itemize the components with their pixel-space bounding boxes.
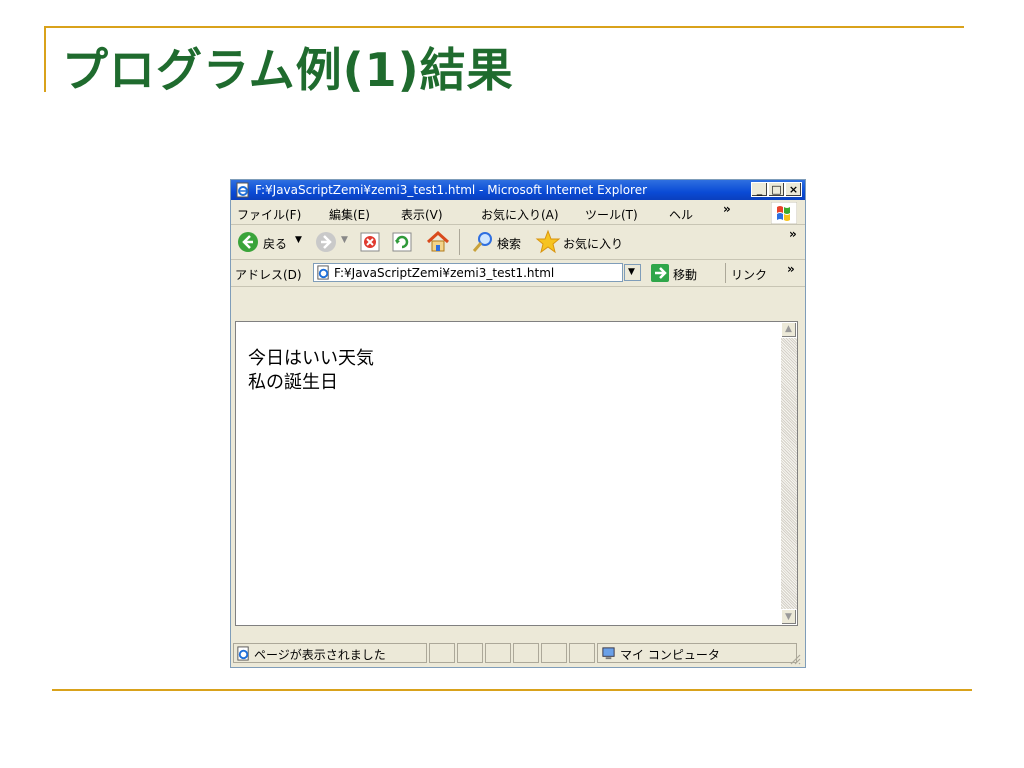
maximize-button[interactable]: □	[768, 182, 785, 197]
address-label: アドレス(D)	[235, 268, 302, 282]
menu-edit[interactable]: 編集(E)	[329, 206, 370, 223]
stop-icon[interactable]	[359, 231, 381, 253]
address-separator	[725, 263, 726, 283]
content-line-2: 私の誕生日	[248, 372, 338, 393]
slide-title: プログラム例(1)結果	[62, 43, 514, 97]
forward-arrow-icon[interactable]	[315, 231, 337, 253]
go-arrow-icon[interactable]	[651, 264, 669, 282]
ie-page-icon	[236, 182, 249, 198]
status-pane	[569, 643, 595, 663]
ie-page-icon	[317, 265, 329, 280]
status-bar: ページが表示されました マイ コンピュータ	[231, 639, 805, 667]
links-overflow-chevron[interactable]: »	[787, 262, 795, 276]
resize-grip-icon[interactable]	[789, 653, 801, 665]
title-rule-left	[44, 26, 46, 92]
menu-overflow-chevron[interactable]: »	[723, 202, 731, 216]
refresh-icon[interactable]	[391, 231, 413, 253]
status-pane	[541, 643, 567, 663]
standard-toolbar: 戻る ▼ ▼ 検索 お気に入り »	[231, 225, 805, 260]
ie-window: F:¥JavaScriptZemi¥zemi3_test1.html - Mic…	[230, 179, 806, 668]
page-content: 今日はいい天気 私の誕生日	[235, 321, 781, 626]
scroll-up-icon: ▲	[785, 324, 792, 334]
status-pane	[485, 643, 511, 663]
status-pane	[429, 643, 455, 663]
forward-dropdown-icon[interactable]: ▼	[341, 235, 348, 245]
window-titlebar[interactable]: F:¥JavaScriptZemi¥zemi3_test1.html - Mic…	[231, 180, 805, 200]
back-arrow-icon[interactable]	[237, 231, 259, 253]
toolbar-overflow-chevron[interactable]: »	[789, 227, 797, 241]
status-pane	[513, 643, 539, 663]
links-label[interactable]: リンク	[731, 266, 767, 283]
favorites-button-label[interactable]: お気に入り	[563, 235, 623, 252]
status-zone-pane: マイ コンピュータ	[597, 643, 797, 663]
address-dropdown-button[interactable]: ▼	[624, 264, 641, 281]
minimize-button[interactable]: _	[751, 182, 768, 197]
status-message-pane: ページが表示されました	[233, 643, 427, 663]
toolbar-separator	[459, 229, 460, 255]
menu-view[interactable]: 表示(V)	[401, 206, 443, 223]
menu-file[interactable]: ファイル(F)	[237, 206, 301, 223]
content-line-1: 今日はいい天気	[248, 348, 374, 369]
menu-favorites[interactable]: お気に入り(A)	[481, 206, 559, 223]
go-button-label[interactable]: 移動	[673, 266, 697, 283]
address-value: F:¥JavaScriptZemi¥zemi3_test1.html	[334, 266, 555, 280]
status-pane	[457, 643, 483, 663]
search-button-label[interactable]: 検索	[497, 235, 521, 252]
my-computer-icon	[602, 647, 615, 660]
window-title: F:¥JavaScriptZemi¥zemi3_test1.html - Mic…	[255, 183, 648, 197]
close-button[interactable]: ×	[785, 182, 802, 197]
scroll-down-button[interactable]: ▼	[781, 609, 797, 625]
windows-flag-icon	[771, 202, 797, 224]
home-icon[interactable]	[425, 229, 451, 255]
bottom-rule	[52, 689, 972, 691]
vertical-scrollbar[interactable]: ▲ ▼	[781, 321, 798, 626]
menu-help[interactable]: ヘル	[669, 206, 693, 223]
scroll-down-icon: ▼	[785, 612, 792, 622]
title-rule-top	[44, 26, 964, 28]
address-bar: アドレス(D) F:¥JavaScriptZemi¥zemi3_test1.ht…	[231, 260, 805, 287]
address-input[interactable]: F:¥JavaScriptZemi¥zemi3_test1.html	[313, 263, 623, 282]
menu-tools[interactable]: ツール(T)	[585, 206, 638, 223]
scroll-up-button[interactable]: ▲	[781, 322, 797, 338]
menu-bar: ファイル(F) 編集(E) 表示(V) お気に入り(A) ツール(T) ヘル »	[231, 201, 805, 225]
chevron-down-icon: ▼	[628, 267, 635, 277]
ie-page-icon	[237, 646, 249, 661]
search-magnifier-icon[interactable]	[471, 230, 495, 254]
favorites-star-icon[interactable]	[535, 229, 561, 255]
back-dropdown-icon[interactable]: ▼	[295, 235, 302, 245]
status-zone: マイ コンピュータ	[620, 648, 720, 662]
back-button-label[interactable]: 戻る	[263, 235, 287, 252]
status-message: ページが表示されました	[254, 648, 386, 662]
